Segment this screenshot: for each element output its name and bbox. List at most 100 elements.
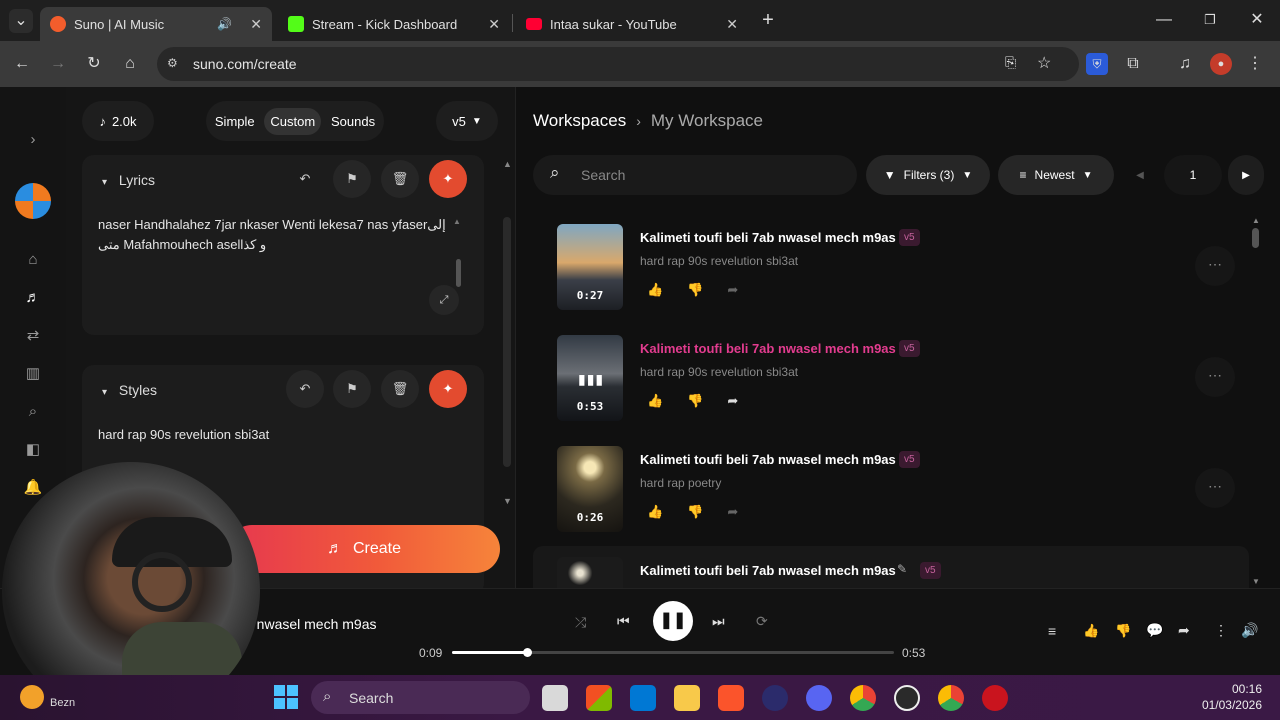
weather-icon[interactable] xyxy=(20,685,44,709)
pause-button[interactable]: ❚❚ xyxy=(653,601,693,641)
undo-icon[interactable]: ↶ xyxy=(286,160,324,198)
app-circle-icon[interactable] xyxy=(762,685,788,711)
next-page-icon[interactable]: ▶ xyxy=(1228,155,1264,195)
mode-custom[interactable]: Custom xyxy=(264,107,322,135)
lyrics-scrollbar[interactable] xyxy=(456,259,461,287)
tab-suno[interactable]: Suno | AI Music 🔊 ✕ xyxy=(40,7,272,41)
scroll-down-icon[interactable]: ▼ xyxy=(503,496,512,506)
like-icon[interactable]: 👍 xyxy=(647,282,663,298)
share-icon[interactable]: ➦ xyxy=(727,282,738,298)
dislike-icon[interactable]: 👎 xyxy=(687,282,703,298)
forward-icon[interactable]: → xyxy=(47,53,69,75)
minimize-icon[interactable]: — xyxy=(1153,9,1175,31)
share-icon[interactable]: ➦ xyxy=(727,393,738,409)
song-title[interactable]: Kalimeti toufi beli 7ab nwasel mech m9as xyxy=(640,341,896,356)
undo-icon[interactable]: ↶ xyxy=(286,370,324,408)
next-track-icon[interactable]: ⏭ xyxy=(712,613,725,630)
page-number[interactable]: 1 xyxy=(1164,155,1222,195)
share-icon[interactable]: ➦ xyxy=(1178,622,1190,639)
back-icon[interactable]: ← xyxy=(11,53,33,75)
magic-wand-icon[interactable]: ✦ xyxy=(429,370,467,408)
credits-badge[interactable]: ♪ 2.0k xyxy=(82,101,154,141)
library-icon[interactable]: ▥ xyxy=(22,363,44,385)
save-bookmark-icon[interactable]: ⚑ xyxy=(333,370,371,408)
install-app-icon[interactable]: ⎘ xyxy=(1005,54,1016,71)
sort-button[interactable]: ≡ Newest ▼ xyxy=(998,155,1114,195)
file-explorer-icon[interactable] xyxy=(674,685,700,711)
version-select[interactable]: v5 ▼ xyxy=(436,101,498,141)
prev-page-icon[interactable]: ◀ xyxy=(1122,155,1158,195)
close-tab-icon[interactable]: ✕ xyxy=(488,16,500,33)
delete-icon[interactable]: 🗑 xyxy=(381,160,419,198)
task-view-icon[interactable] xyxy=(542,685,568,711)
expand-icon[interactable]: ⤢ xyxy=(429,285,459,315)
song-thumbnail[interactable] xyxy=(557,557,623,588)
song-thumbnail[interactable]: ▮▮▮ 0:53 xyxy=(557,335,623,421)
repeat-icon[interactable]: ⟳ xyxy=(756,613,768,630)
user-avatar[interactable] xyxy=(15,183,51,219)
queue-icon[interactable]: ≡ xyxy=(1048,623,1056,639)
more-options-icon[interactable]: ⋯ xyxy=(1195,357,1235,397)
extensions-puzzle-icon[interactable]: ⧉ xyxy=(1122,53,1144,75)
scroll-up-icon[interactable]: ▲ xyxy=(453,217,461,226)
create-button[interactable]: ♬ Create xyxy=(228,525,500,573)
media-control-icon[interactable]: ♫ xyxy=(1174,53,1196,75)
close-tab-icon[interactable]: ✕ xyxy=(250,16,262,33)
expand-sidebar-icon[interactable]: › xyxy=(22,129,44,151)
store-icon[interactable] xyxy=(630,685,656,711)
song-thumbnail[interactable]: 0:27 xyxy=(557,224,623,310)
dislike-icon[interactable]: 👎 xyxy=(1115,623,1131,639)
more-options-icon[interactable]: ⋮ xyxy=(1214,622,1228,639)
filters-button[interactable]: ▼ Filters (3) ▼ xyxy=(866,155,990,195)
hooks-icon[interactable]: ◧ xyxy=(22,439,44,461)
home-icon[interactable]: ⌂ xyxy=(22,249,44,271)
dislike-icon[interactable]: 👎 xyxy=(687,393,703,409)
bookmark-star-icon[interactable]: ☆ xyxy=(1037,53,1051,73)
song-row[interactable]: Kalimeti toufi beli 7ab nwasel mech m9as… xyxy=(533,546,1249,588)
breadcrumb-root[interactable]: Workspaces xyxy=(533,111,626,131)
clock[interactable]: 00:16 01/03/2026 xyxy=(1190,681,1262,713)
list-scrollbar[interactable] xyxy=(1252,228,1259,248)
more-options-icon[interactable]: ⋯ xyxy=(1195,246,1235,286)
song-title[interactable]: Kalimeti toufi beli 7ab nwasel mech m9as xyxy=(640,563,896,578)
styles-header[interactable]: ▾ Styles xyxy=(102,382,157,398)
widgets-icon[interactable] xyxy=(586,685,612,711)
like-icon[interactable]: 👍 xyxy=(1083,623,1099,639)
styles-input[interactable]: hard rap 90s revelution sbi3at xyxy=(98,425,269,445)
song-row[interactable]: 0:27 Kalimeti toufi beli 7ab nwasel mech… xyxy=(557,224,1247,328)
app-red-icon[interactable] xyxy=(982,685,1008,711)
address-bar[interactable]: ⚙ suno.com/create ⎘ ☆ xyxy=(157,47,1079,81)
progress-handle[interactable] xyxy=(523,648,533,657)
studio-icon[interactable]: ⇄ xyxy=(22,325,44,347)
progress-track[interactable] xyxy=(452,648,894,657)
more-options-icon[interactable]: ⋯ xyxy=(1195,468,1235,508)
site-info-icon[interactable]: ⚙ xyxy=(167,56,178,70)
notifications-bell-icon[interactable]: 🔔 xyxy=(22,477,44,499)
browser-menu-icon[interactable]: ⋮ xyxy=(1244,53,1266,75)
magic-wand-icon[interactable]: ✦ xyxy=(429,160,467,198)
tab-search-chevron-icon[interactable]: ⌄ xyxy=(9,9,33,33)
delete-icon[interactable]: 🗑 xyxy=(381,370,419,408)
scroll-up-icon[interactable]: ▲ xyxy=(1252,216,1260,225)
home-icon[interactable]: ⌂ xyxy=(119,53,141,75)
extension-shield-icon[interactable]: ⛨ xyxy=(1086,53,1108,75)
discord-icon[interactable] xyxy=(806,685,832,711)
lyrics-input[interactable]: naser Handhalahez 7jar nkaser Wenti leke… xyxy=(98,215,446,255)
reload-icon[interactable]: ↻ xyxy=(83,53,105,75)
volume-icon[interactable]: 🔊 xyxy=(1241,622,1258,639)
restore-icon[interactable]: ❐ xyxy=(1199,9,1221,31)
start-windows-icon[interactable] xyxy=(274,685,298,709)
tab-kick[interactable]: Stream - Kick Dashboard ✕ xyxy=(278,7,510,41)
like-icon[interactable]: 👍 xyxy=(647,504,663,520)
song-row[interactable]: ▮▮▮ 0:53 Kalimeti toufi beli 7ab nwasel … xyxy=(557,335,1247,439)
dislike-icon[interactable]: 👎 xyxy=(687,504,703,520)
edit-pencil-icon[interactable]: ✎ xyxy=(897,562,907,576)
scroll-up-icon[interactable]: ▲ xyxy=(503,159,512,169)
tab-youtube[interactable]: Intaa sukar - YouTube ✕ xyxy=(516,7,748,41)
close-tab-icon[interactable]: ✕ xyxy=(726,16,738,33)
obs-icon[interactable] xyxy=(894,685,920,711)
taskbar-search[interactable]: ⌕ Search xyxy=(311,681,530,714)
comments-icon[interactable]: 💬 xyxy=(1146,622,1163,639)
lyrics-header[interactable]: ▾ Lyrics xyxy=(102,172,155,188)
like-icon[interactable]: 👍 xyxy=(647,393,663,409)
